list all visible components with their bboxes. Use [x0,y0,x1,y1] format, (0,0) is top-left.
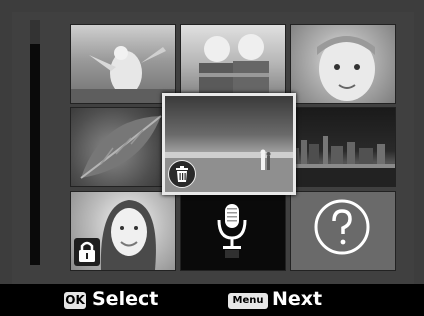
scrollbar-thumb[interactable] [30,20,40,44]
thumb-woman-with-child[interactable] [70,24,176,104]
photo-city-night [291,136,395,186]
scrollbar-track[interactable] [30,20,40,265]
question-icon [312,197,372,257]
ok-button-icon[interactable]: OK [64,292,86,309]
thumb-city-night[interactable] [290,107,396,187]
photo-smiling-child [317,36,375,101]
photo-woman-with-child [71,46,175,103]
trash-icon [168,160,196,188]
photo-leaves [80,115,162,179]
microphone-icon [214,202,250,260]
select-label: Select [92,288,159,310]
thumb-smiling-child[interactable] [290,24,396,104]
menu-button-icon[interactable]: Menu [228,293,268,309]
thumb-twin-boys[interactable] [180,24,286,104]
photo-twin-boys [199,34,269,103]
next-label: Next [272,288,323,310]
thumb-leaves[interactable] [70,107,176,187]
camera-screen: OK Select Menu Next [0,0,424,316]
lock-icon [74,238,100,266]
